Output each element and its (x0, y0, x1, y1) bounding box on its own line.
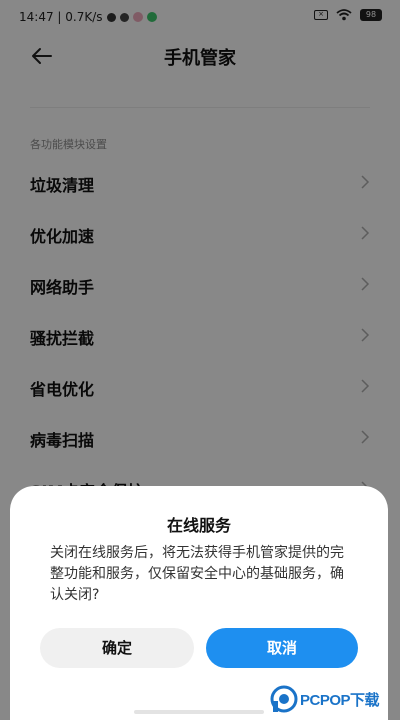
cancel-button[interactable]: 取消 (206, 628, 358, 668)
dialog-title: 在线服务 (166, 516, 231, 535)
watermark: PCPOP下载 (270, 682, 380, 716)
confirm-button[interactable]: 确定 (40, 628, 194, 668)
dialog-message: 关闭在线服务后，将无法获得手机管家提供的完整功能和服务，仅保留安全中心的基础服务… (50, 545, 344, 603)
home-indicator (134, 710, 264, 714)
watermark-logo-icon (270, 685, 298, 713)
watermark-text: PCPOP下载 (300, 691, 380, 709)
